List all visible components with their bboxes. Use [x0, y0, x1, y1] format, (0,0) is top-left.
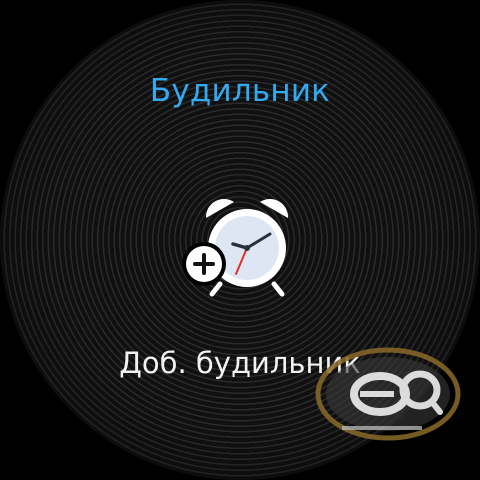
site-watermark-logo: [308, 332, 468, 447]
alarm-clock-plus-icon: [176, 190, 306, 300]
watch-screen: Будильник Доб. будильник: [0, 0, 480, 480]
page-title: Будильник: [149, 73, 331, 109]
